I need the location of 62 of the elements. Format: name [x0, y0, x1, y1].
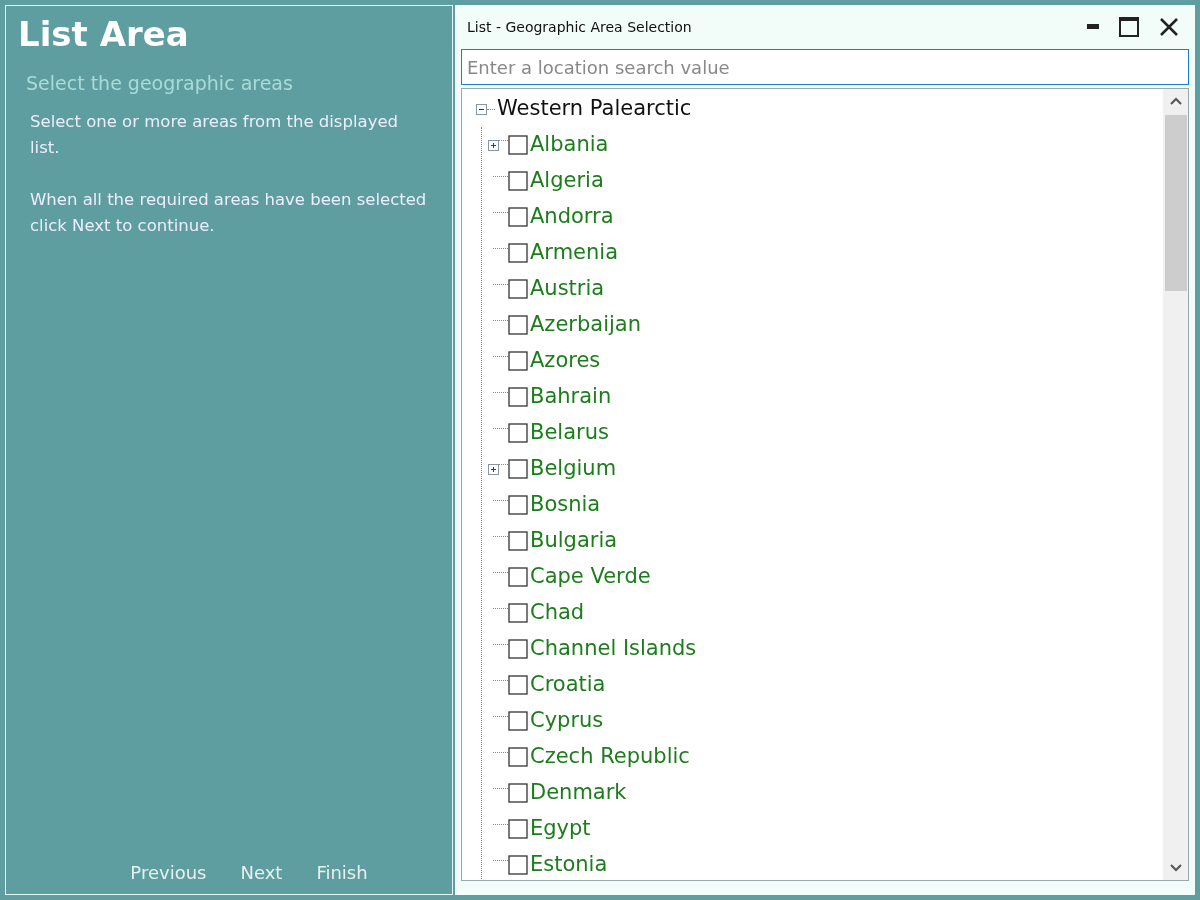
tree-item-label[interactable]: Albania [530, 129, 609, 161]
close-icon [1159, 17, 1179, 37]
expand-icon[interactable] [488, 463, 499, 475]
tree-item-label[interactable]: Chad [530, 597, 585, 629]
checkbox[interactable] [508, 783, 528, 803]
checkbox[interactable] [508, 855, 528, 875]
dialog-title: List - Geographic Area Selection [467, 17, 693, 37]
next-button[interactable]: Next [230, 855, 293, 890]
collapse-icon[interactable] [476, 103, 487, 115]
instruction-text: When all the required areas have been selected click Next to continue. [30, 189, 428, 238]
tree-item-label[interactable]: Bosnia [530, 489, 601, 521]
maximize-icon [1119, 17, 1139, 37]
checkbox[interactable] [508, 135, 528, 155]
tree-item-label[interactable]: Austria [530, 273, 605, 305]
minimize-icon [1087, 24, 1099, 30]
checkbox[interactable] [508, 315, 528, 335]
checkbox[interactable] [508, 387, 528, 407]
scrollbar[interactable] [1163, 89, 1188, 880]
checkbox[interactable] [508, 531, 528, 551]
tree-item-label[interactable]: Denmark [530, 777, 627, 809]
tree-item-label[interactable]: Bulgaria [530, 525, 618, 557]
checkbox[interactable] [508, 603, 528, 623]
tree-item-label[interactable]: Channel Islands [530, 633, 697, 665]
tree-item-label[interactable]: Cape Verde [530, 561, 651, 593]
checkbox[interactable] [508, 171, 528, 191]
checkbox[interactable] [508, 675, 528, 695]
previous-button[interactable]: Previous [120, 855, 217, 890]
checkbox[interactable] [508, 207, 528, 227]
checkbox[interactable] [508, 243, 528, 263]
scrollbar-thumb[interactable] [1164, 115, 1187, 291]
scroll-up-icon [1169, 97, 1182, 105]
tree-item-label[interactable]: Andorra [530, 201, 614, 233]
search-field[interactable]: Enter a location search value [461, 49, 1189, 85]
tree-item-label[interactable]: Algeria [530, 165, 604, 197]
instruction-text: Select one or more areas from the displayed list. [30, 111, 400, 160]
tree-item-label[interactable]: Azores [530, 345, 601, 377]
checkbox[interactable] [508, 567, 528, 587]
checkbox[interactable] [508, 351, 528, 371]
tree-item-label[interactable]: Cyprus [530, 705, 604, 737]
scroll-down-icon [1169, 864, 1182, 872]
checkbox[interactable] [508, 423, 528, 443]
checkbox[interactable] [508, 819, 528, 839]
tree-item-label[interactable]: Azerbaijan [530, 309, 641, 341]
tree-node-label[interactable]: Western Palearctic [497, 93, 692, 125]
wizard-subtitle: Select the geographic areas [26, 70, 294, 96]
checkbox[interactable] [508, 711, 528, 731]
tree-item-label[interactable]: Croatia [530, 669, 606, 701]
tree-item-label[interactable]: Belgium [530, 453, 617, 485]
checkbox[interactable] [508, 459, 528, 479]
tree-item-label[interactable]: Armenia [530, 237, 619, 269]
tree-item-label[interactable]: Belarus [530, 417, 609, 449]
tree-item-label[interactable]: Czech Republic [530, 741, 690, 773]
finish-button[interactable]: Finish [306, 855, 378, 890]
checkbox[interactable] [508, 279, 528, 299]
checkbox[interactable] [508, 747, 528, 767]
checkbox[interactable] [508, 639, 528, 659]
wizard-title: List Area [18, 14, 190, 55]
tree-item-label[interactable]: Bahrain [530, 381, 612, 413]
tree-item-label[interactable]: Estonia [530, 849, 608, 880]
expand-icon[interactable] [488, 139, 499, 151]
checkbox[interactable] [508, 495, 528, 515]
tree-item-label[interactable]: Egypt [530, 813, 591, 845]
